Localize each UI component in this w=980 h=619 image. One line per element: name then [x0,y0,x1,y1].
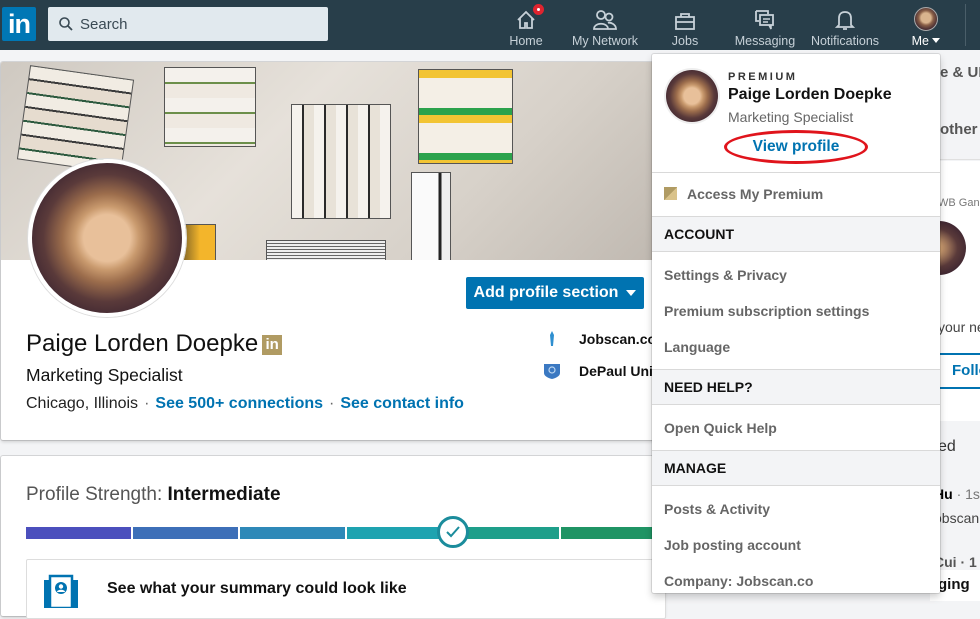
rail-fragment: e & UR [940,64,980,81]
me-dropdown-menu: PREMIUM Paige Lorden Doepke Marketing Sp… [652,54,940,593]
nav-home[interactable]: Home [506,0,546,50]
nav-label: Jobs [671,34,699,48]
profile-top-card: Add profile section Paige Lorden Doepke i… [1,62,665,440]
experience-label: Jobscan.co [579,331,657,347]
summary-suggestion[interactable]: See what your summary could look like [26,559,666,619]
rail-fragment: other [940,121,978,138]
messaging-icon [755,10,774,30]
top-navigation-bar: in Search Home My Network Jobs Messaging… [0,0,980,50]
dropdown-avatar [666,70,718,122]
menu-item-language[interactable]: Language [664,339,730,355]
menu-item-job-posting-account[interactable]: Job posting account [664,537,801,553]
contact-info-link[interactable]: See contact info [340,395,464,412]
experience-item-jobscan[interactable]: Jobscan.co [543,330,656,348]
profile-location: Chicago, Illinois [26,395,139,412]
view-profile-link[interactable]: View profile [724,130,868,164]
strength-segment [133,527,238,539]
jobscan-logo-icon [550,331,554,346]
separator: · [329,395,335,412]
menu-item-open-quick-help[interactable]: Open Quick Help [664,420,777,436]
nav-label: Me [912,34,941,48]
premium-icon [664,187,677,200]
chevron-down-icon [626,290,637,296]
avatar [914,7,938,31]
experience-label: DePaul Univ [579,363,661,379]
rail-fragment: · 1s [956,486,980,502]
section-header-account: ACCOUNT [652,216,940,252]
section-header-manage: MANAGE [652,450,940,486]
profile-name: Paige Lorden Doepke in [26,330,283,358]
summary-suggestion-title: See what your summary could look like [107,580,407,597]
menu-item-premium-subscription-settings[interactable]: Premium subscription settings [664,303,869,319]
profile-card-icon [44,574,78,608]
rail-fragment: ging [938,576,970,593]
nav-divider [965,4,966,46]
dropdown-title: Marketing Specialist [728,109,854,125]
strength-segment [561,527,666,539]
nav-label: Home [509,34,543,48]
premium-in-badge-icon: in [262,335,283,355]
notification-badge [532,3,545,16]
chevron-down-icon [932,38,941,43]
rail-fragment: WB Gan [938,197,980,209]
briefcase-icon [675,13,695,30]
divider [652,172,940,173]
network-icon [593,10,617,30]
search-icon [59,17,73,31]
strength-segment [26,527,131,539]
nav-label: Messaging [734,34,796,48]
dropdown-name: Paige Lorden Doepke [728,86,892,103]
nav-notifications[interactable]: Notifications [810,0,880,50]
strength-segment [454,527,559,539]
menu-item-posts-activity[interactable]: Posts & Activity [664,501,770,517]
menu-item-settings-privacy[interactable]: Settings & Privacy [664,267,787,283]
nav-jobs[interactable]: Jobs [667,0,703,50]
connections-link[interactable]: See 500+ connections [155,395,323,412]
rail-fragment: Cui · 1 [934,554,977,570]
nav-me[interactable]: Me [906,0,946,50]
experience-item-depaul[interactable]: DePaul Univ [543,362,661,380]
strength-checkmark-icon [437,516,469,548]
rail-fragment: obscan [934,510,980,526]
profile-headline: Marketing Specialist [26,365,183,385]
add-profile-section-button[interactable]: Add profile section [466,277,644,309]
nav-messaging[interactable]: Messaging [733,0,797,50]
access-my-premium-item[interactable]: Access My Premium [664,186,823,202]
menu-item-company-page[interactable]: Company: Jobscan.co [664,573,813,589]
profile-location-row: Chicago, Illinois · See 500+ connections · S… [26,395,464,413]
profile-strength-title: Profile Strength: Intermediate [26,484,281,505]
nav-label: Notifications [810,34,880,48]
profile-strength-level: Intermediate [167,484,281,505]
search-input[interactable]: Search [48,7,328,41]
profile-photo[interactable] [28,159,186,317]
section-header-need-help: NEED HELP? [652,369,940,405]
separator: · [144,395,150,412]
rail-fragment: your ne [938,319,980,335]
nav-label: My Network [572,34,638,48]
strength-segment [240,527,345,539]
linkedin-logo[interactable]: in [2,7,36,41]
premium-label: PREMIUM [728,71,798,83]
bell-icon [835,11,855,30]
rail-fragment: ed [938,438,956,455]
nav-my-network[interactable]: My Network [570,0,640,50]
profile-strength-card: Profile Strength: Intermediate See what … [1,456,773,619]
search-placeholder: Search [80,15,128,33]
depaul-logo-icon [544,364,560,379]
